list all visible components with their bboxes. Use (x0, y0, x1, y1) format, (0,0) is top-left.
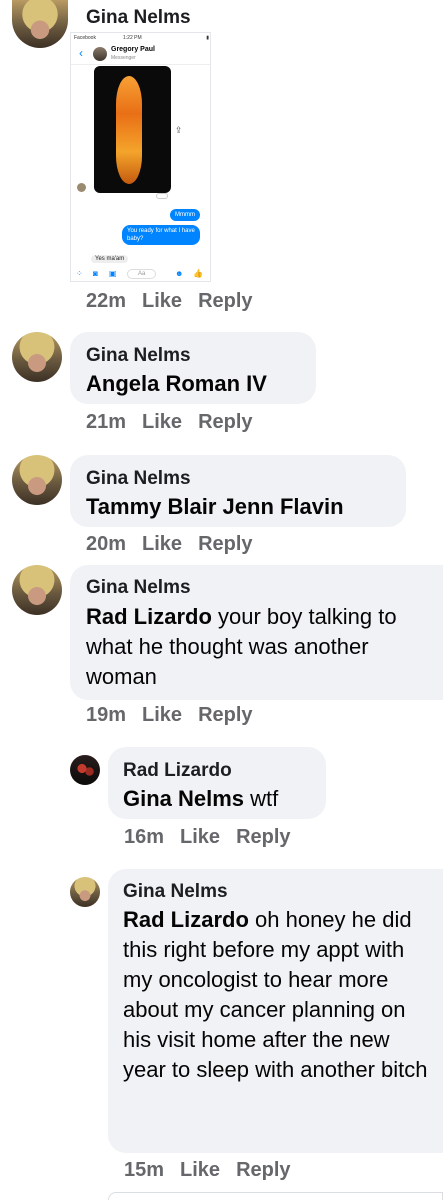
comment-text: Tammy Blair Jenn Flavin (86, 492, 404, 522)
camera-icon: ◙ (93, 269, 98, 278)
mention-link[interactable]: Tammy Blair Jenn Flavin (86, 494, 344, 519)
timestamp[interactable]: 22m (86, 290, 126, 312)
received-message: Yes ma'am (91, 255, 129, 263)
comment-text: Rad Lizardo your boy talking to what he … (86, 604, 397, 689)
comment-actions: 19m Like Reply (86, 704, 269, 727)
sent-message: You ready for what I have baby? (122, 225, 200, 245)
status-bar: Facebook 1:22 PM ▮ (71, 33, 210, 43)
carrier-label: Facebook (74, 35, 96, 41)
status-time: 1:22 PM (123, 35, 142, 41)
contact-avatar (93, 47, 107, 61)
mention-link[interactable]: Angela Roman IV (86, 371, 267, 396)
avatar[interactable] (12, 332, 62, 382)
timestamp[interactable]: 19m (86, 704, 126, 726)
photo-subject (116, 76, 142, 184)
comment-author[interactable]: Gina Nelms (86, 577, 191, 599)
like-button[interactable]: Like (142, 533, 182, 555)
contact-subtitle: Messenger (111, 55, 136, 61)
reply-button[interactable]: Reply (198, 704, 252, 726)
thumbs-up-icon: 👍 (193, 269, 203, 278)
timestamp[interactable]: 20m (86, 533, 126, 555)
reply-button[interactable]: Reply (198, 533, 252, 555)
reply-bubble: Rad Lizardo Gina Nelms wtf (108, 747, 326, 819)
shared-photo (94, 66, 171, 193)
reply-bubble: Gina Nelms Rad Lizardo oh honey he did t… (108, 869, 443, 1153)
messenger-header: ‹ Gregory Paul Messenger (71, 43, 210, 65)
comment-bubble: Gina Nelms Tammy Blair Jenn Flavin (70, 455, 406, 527)
comment-author[interactable]: Gina Nelms (86, 468, 191, 490)
reply-button[interactable]: Reply (198, 290, 252, 312)
reply-button[interactable]: Reply (236, 1159, 290, 1181)
timestamp[interactable]: 21m (86, 411, 126, 433)
back-icon: ‹ (79, 46, 83, 60)
next-comment-edge (108, 1192, 443, 1200)
sent-message: Mmmm (170, 209, 200, 221)
like-button[interactable]: Like (180, 1159, 220, 1181)
comment-author[interactable]: Gina Nelms (86, 7, 191, 29)
like-button[interactable]: Like (142, 290, 182, 312)
comment-bubble: Gina Nelms Angela Roman IV (70, 332, 316, 404)
sender-avatar (77, 183, 86, 192)
comment-text: Angela Roman IV (86, 369, 314, 399)
comment-actions: 22m Like Reply (86, 290, 269, 313)
avatar[interactable] (12, 565, 62, 615)
avatar[interactable] (70, 755, 100, 785)
comment-actions: 20m Like Reply (86, 533, 269, 556)
mention-link[interactable]: Rad Lizardo (123, 907, 249, 932)
comment-text: Gina Nelms wtf (123, 786, 279, 811)
avatar[interactable] (12, 0, 68, 48)
composer-bar: ⁘ ◙ ▣ Aa ☻ 👍 (71, 265, 210, 281)
image-icon: ▣ (109, 269, 117, 278)
reply-button[interactable]: Reply (198, 411, 252, 433)
attached-screenshot[interactable]: Facebook 1:22 PM ▮ ‹ Gregory Paul Messen… (70, 32, 211, 282)
comment-actions: 16m Like Reply (124, 826, 307, 849)
comment-actions: 15m Like Reply (124, 1159, 307, 1182)
comment-author[interactable]: Gina Nelms (86, 345, 191, 367)
avatar[interactable] (70, 877, 100, 907)
contact-name: Gregory Paul (111, 46, 155, 53)
mention-link[interactable]: Gina Nelms (123, 786, 244, 811)
apps-icon: ⁘ (76, 269, 83, 278)
share-icon: ⇪ (175, 125, 183, 135)
avatar[interactable] (12, 455, 62, 505)
message-input: Aa (127, 269, 157, 279)
reply-button[interactable]: Reply (236, 826, 290, 848)
like-button[interactable]: Like (180, 826, 220, 848)
comment-text: Rad Lizardo oh honey he did this right b… (123, 907, 428, 1082)
timestamp[interactable]: 15m (124, 1159, 164, 1181)
mention-link[interactable]: Rad Lizardo (86, 604, 212, 629)
comment-author[interactable]: Rad Lizardo (123, 760, 232, 782)
like-button[interactable]: Like (142, 704, 182, 726)
timestamp[interactable]: 16m (124, 826, 164, 848)
emoji-icon: ☻ (175, 269, 184, 278)
comment-author[interactable]: Gina Nelms (123, 881, 228, 903)
like-button[interactable]: Like (142, 411, 182, 433)
comment-actions: 21m Like Reply (86, 411, 269, 434)
battery-icon: ▮ (206, 35, 209, 41)
comment-bubble: Gina Nelms Rad Lizardo your boy talking … (70, 565, 443, 700)
seen-indicator (156, 193, 168, 199)
